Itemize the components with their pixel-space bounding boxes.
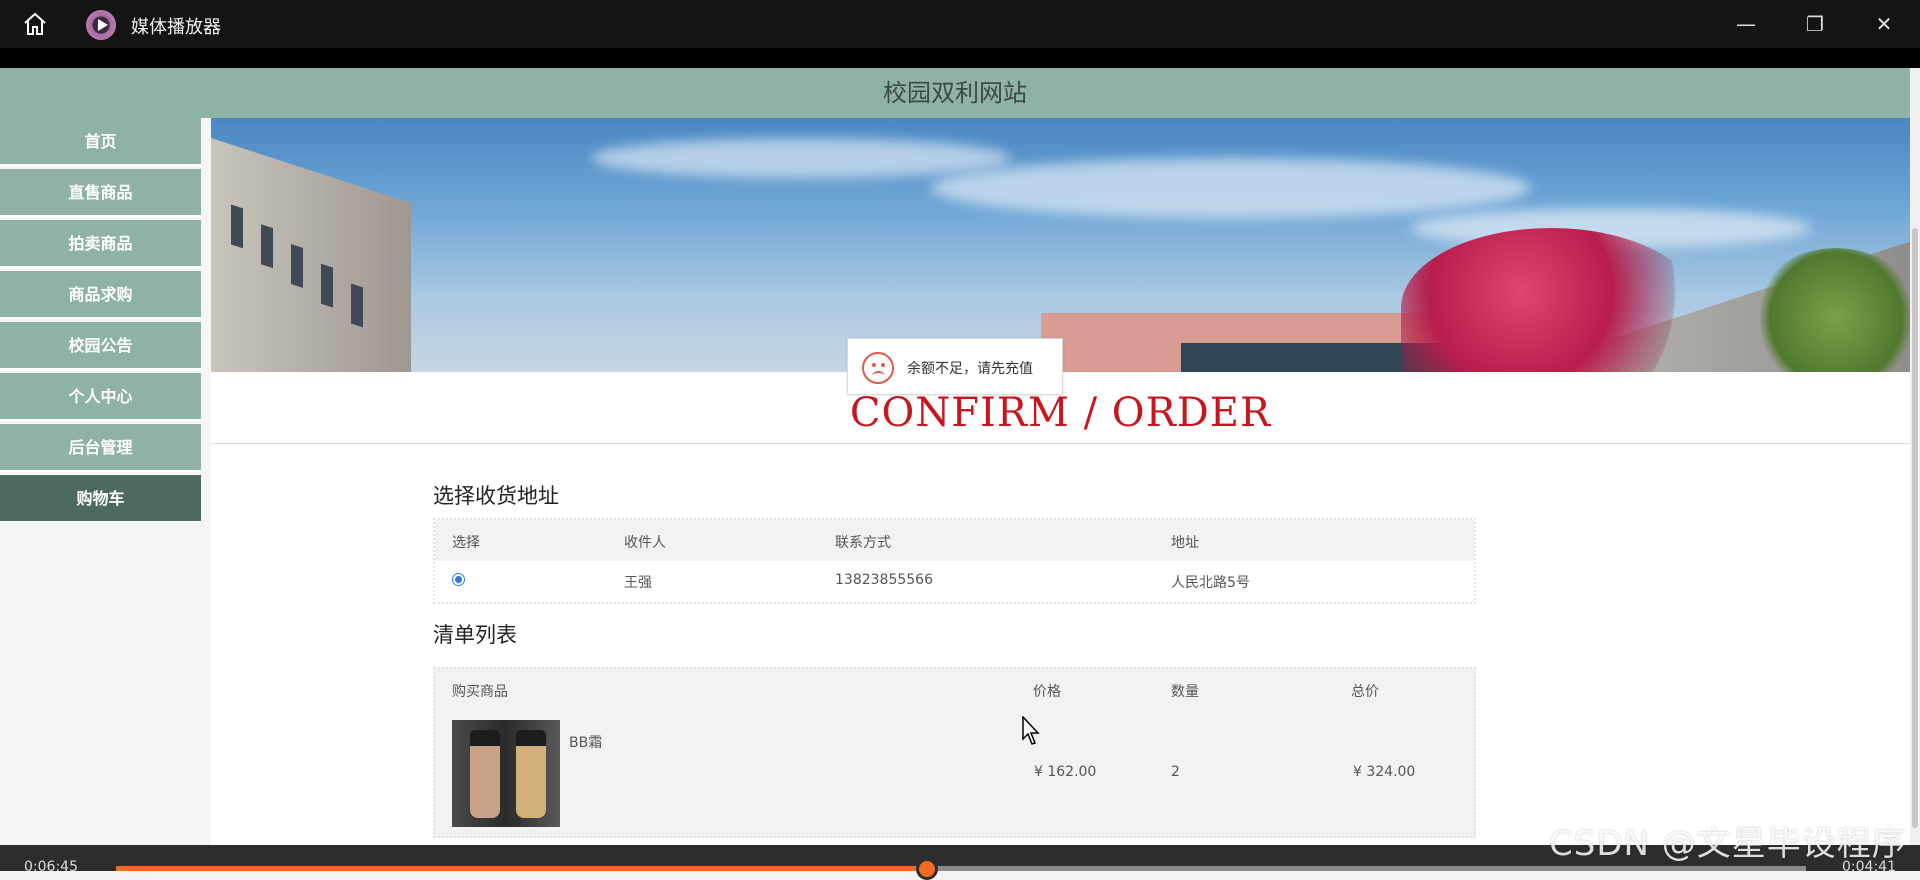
minimize-button[interactable]: — <box>1726 8 1766 40</box>
mouse-cursor-icon <box>1022 716 1040 745</box>
sidebar-item-home[interactable]: 首页 <box>0 118 201 166</box>
home-icon[interactable] <box>22 12 48 36</box>
page-heading: CONFIRM / ORDER <box>849 390 1272 436</box>
seek-knob[interactable] <box>916 858 939 880</box>
product-image[interactable] <box>452 720 560 827</box>
sidebar-item-admin[interactable]: 后台管理 <box>0 424 201 472</box>
address-section-title: 选择收货地址 <box>433 484 559 508</box>
sidebar-item-announcements[interactable]: 校园公告 <box>0 322 201 370</box>
window-titlebar: 媒体播放器 — ❐ ✕ <box>0 0 1920 48</box>
campus-banner-image <box>211 118 1910 372</box>
video-letterbox-top <box>0 48 1920 68</box>
media-player-logo-icon <box>86 10 116 40</box>
sidebar-item-cart[interactable]: 购物车 <box>0 475 201 523</box>
close-button[interactable]: ✕ <box>1864 8 1904 40</box>
column-header: 收件人 <box>624 535 666 551</box>
product-name[interactable]: BB霜 <box>569 732 602 752</box>
maximize-button[interactable]: ❐ <box>1795 8 1835 40</box>
toast-message: 余额不足，请先充值 <box>907 361 1033 377</box>
seek-bar[interactable] <box>116 866 1806 871</box>
sidebar-item-auction[interactable]: 拍卖商品 <box>0 220 201 268</box>
product-total: ¥ 324.00 <box>1353 764 1416 780</box>
window-title: 媒体播放器 <box>131 17 221 38</box>
elapsed-time: 0:06:45 <box>24 859 78 875</box>
seek-bar-progress <box>116 866 928 871</box>
scrollbar-thumb[interactable] <box>1912 228 1918 828</box>
sidebar-item-direct-sale[interactable]: 直售商品 <box>0 169 201 217</box>
column-header: 总价 <box>1351 684 1379 700</box>
product-quantity: 2 <box>1171 764 1180 780</box>
address-table-header: 选择 收件人 联系方式 地址 <box>435 520 1474 561</box>
recipient-address: 人民北路5号 <box>1171 575 1250 591</box>
order-table: 购买商品 价格 数量 总价 BB霜 ¥ 162.00 2 ¥ 324.00 <box>433 667 1476 838</box>
sidebar-item-profile[interactable]: 个人中心 <box>0 373 201 421</box>
column-header: 价格 <box>1033 684 1061 700</box>
column-header: 地址 <box>1171 535 1199 551</box>
order-section-title: 清单列表 <box>433 623 517 647</box>
address-select-radio[interactable] <box>452 573 465 586</box>
column-header: 联系方式 <box>835 535 891 551</box>
sidebar-nav: 首页 直售商品 拍卖商品 商品求购 校园公告 个人中心 后台管理 购物车 <box>0 118 211 845</box>
column-header: 选择 <box>452 535 480 551</box>
divider <box>211 443 1910 444</box>
recipient-name: 王强 <box>624 575 652 591</box>
alert-toast: 余额不足，请先充值 <box>847 338 1063 395</box>
column-header: 购买商品 <box>452 684 508 700</box>
product-price: ¥ 162.00 <box>1034 764 1097 780</box>
watermark-text: CSDN @文星毕设程序 <box>1549 824 1907 864</box>
site-title: 校园双利网站 <box>0 68 1910 118</box>
sidebar-item-wanted[interactable]: 商品求购 <box>0 271 201 319</box>
sad-face-icon <box>862 352 894 384</box>
address-table: 选择 收件人 联系方式 地址 王强 13823855566 人民北路5号 <box>433 518 1476 604</box>
column-header: 数量 <box>1171 684 1199 700</box>
recipient-phone: 13823855566 <box>835 572 933 588</box>
